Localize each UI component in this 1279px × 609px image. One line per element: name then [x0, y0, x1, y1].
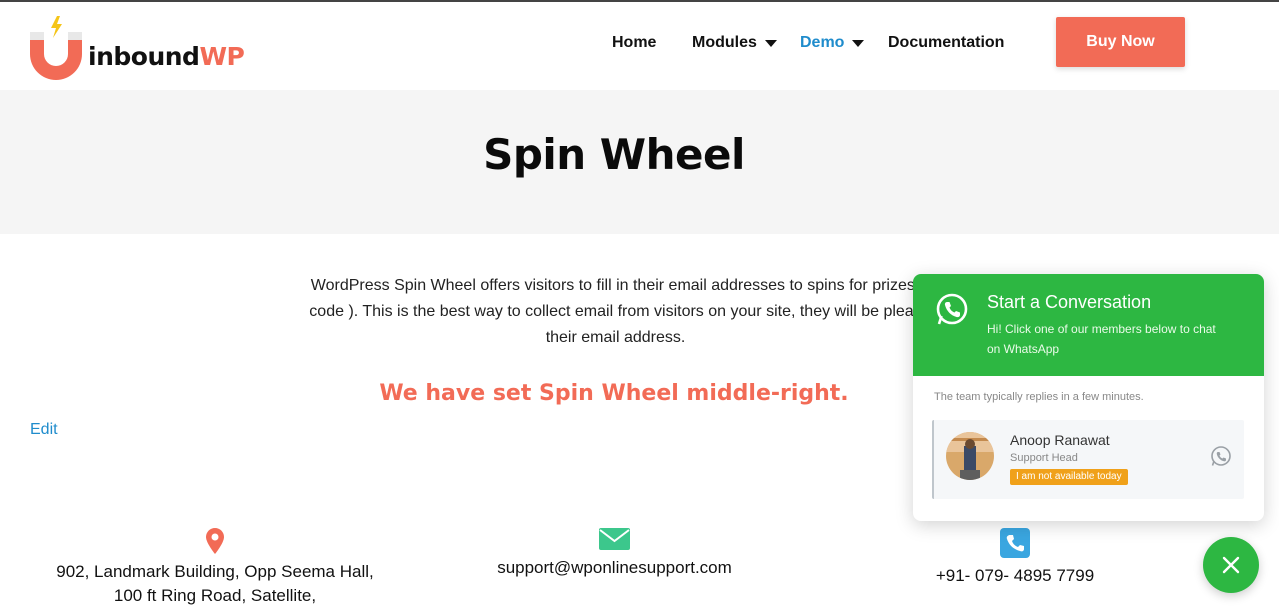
whatsapp-icon	[936, 293, 968, 325]
whatsapp-icon	[1211, 446, 1231, 466]
caret-down-icon	[852, 39, 865, 47]
logo-text-inbound: inbound	[88, 42, 200, 71]
page-title-band: Spin Wheel	[0, 90, 1279, 234]
nav-documentation-label: Documentation	[888, 34, 1005, 51]
whatsapp-panel-subtitle: Hi! Click one of our members below to ch…	[987, 322, 1216, 356]
nav-documentation[interactable]: Documentation	[888, 32, 1004, 54]
phone-icon	[1000, 528, 1030, 558]
avatar	[946, 432, 994, 480]
nav-modules[interactable]: Modules	[692, 32, 777, 54]
site-header: inboundWP Home Modules Demo Documentatio…	[0, 2, 1279, 90]
envelope-icon	[599, 528, 630, 550]
intro-line-2: code ). This is the best way to collect …	[309, 303, 922, 320]
nav-demo[interactable]: Demo	[800, 32, 865, 54]
contact-address: 902, Landmark Building, Opp Seema Hall, …	[45, 528, 385, 608]
caret-down-icon	[764, 39, 777, 47]
magnet-logo-icon	[30, 16, 82, 80]
page-title: Spin Wheel	[483, 130, 745, 179]
edit-link[interactable]: Edit	[30, 421, 58, 439]
whatsapp-agent-card[interactable]: Anoop Ranawat Support Head I am not avai…	[932, 420, 1244, 499]
nav-modules-label: Modules	[692, 34, 757, 51]
whatsapp-panel-header: Start a Conversation Hi! Click one of ou…	[913, 274, 1264, 376]
logo-wordmark: inboundWP	[88, 42, 245, 71]
site-logo[interactable]: inboundWP	[30, 16, 250, 82]
nav-demo-label: Demo	[800, 34, 845, 51]
status-badge: I am not available today	[1010, 469, 1128, 485]
close-icon	[1222, 556, 1240, 574]
whatsapp-reply-note: The team typically replies in a few minu…	[934, 391, 1144, 403]
intro-line-1: WordPress Spin Wheel offers visitors to …	[310, 277, 921, 294]
agent-photo	[946, 432, 994, 480]
nav-home-label: Home	[612, 34, 657, 51]
email-address[interactable]: support@wponlinesupport.com	[472, 556, 757, 580]
whatsapp-toggle-button[interactable]	[1203, 537, 1259, 593]
phone-number[interactable]: +91- 079- 4895 7799	[915, 564, 1115, 588]
agent-role: Support Head	[1010, 452, 1078, 464]
address-line-2: 100 ft Ring Road, Satellite,	[113, 586, 317, 605]
whatsapp-chat-panel: Start a Conversation Hi! Click one of ou…	[913, 274, 1264, 521]
buy-now-button[interactable]: Buy Now	[1056, 17, 1185, 67]
nav-home[interactable]: Home	[612, 32, 656, 54]
contact-email: support@wponlinesupport.com	[472, 528, 757, 580]
map-pin-icon	[206, 528, 224, 554]
agent-name: Anoop Ranawat	[1010, 432, 1110, 448]
intro-line-3: their email address.	[545, 329, 686, 346]
whatsapp-panel-title: Start a Conversation	[987, 292, 1152, 312]
address-line-1: 902, Landmark Building, Opp Seema Hall,	[56, 562, 374, 581]
contact-phone: +91- 079- 4895 7799	[915, 528, 1115, 588]
logo-text-wp: WP	[199, 42, 245, 71]
intro-paragraph: WordPress Spin Wheel offers visitors to …	[228, 273, 1003, 351]
